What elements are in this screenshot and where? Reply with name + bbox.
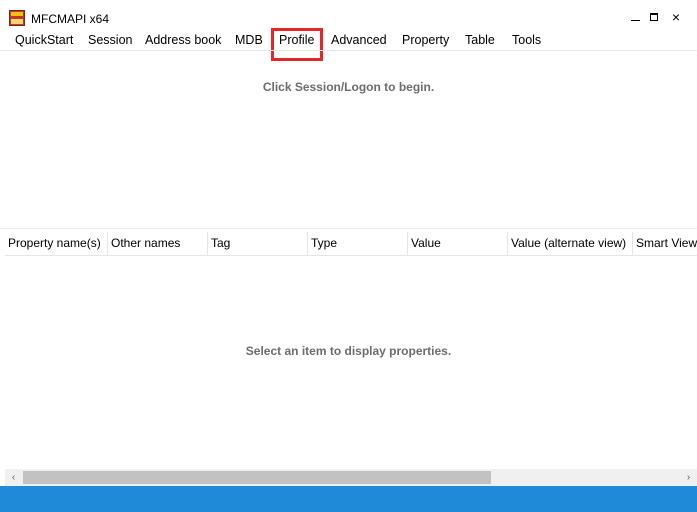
upper-pane	[0, 51, 697, 228]
column-header-tag[interactable]: Tag	[208, 232, 308, 255]
property-list-header: Property name(s) Other names Tag Type Va…	[5, 232, 697, 256]
scroll-right-icon[interactable]: ›	[680, 469, 697, 486]
close-button[interactable]: ×	[665, 9, 687, 25]
menu-item-mdb[interactable]: MDB	[235, 33, 263, 48]
menu-item-quickstart[interactable]: QuickStart	[15, 33, 73, 48]
menu-item-address-book[interactable]: Address book	[145, 33, 221, 48]
column-header-property-names[interactable]: Property name(s)	[5, 232, 108, 255]
maximize-icon	[650, 13, 658, 21]
menu-item-advanced[interactable]: Advanced	[331, 33, 387, 48]
close-icon: ×	[671, 8, 681, 25]
window-title: MFCMAPI x64	[31, 12, 110, 26]
minimize-icon	[630, 19, 640, 21]
column-header-other-names[interactable]: Other names	[108, 232, 208, 255]
horizontal-scrollbar[interactable]: ‹ ›	[5, 469, 697, 486]
menu-item-session[interactable]: Session	[88, 33, 132, 48]
menu-bar: QuickStart Session Address book MDB Prof…	[0, 31, 697, 50]
column-header-value-alternate[interactable]: Value (alternate view)	[508, 232, 633, 255]
app-icon	[9, 10, 25, 26]
pane-splitter[interactable]	[0, 228, 697, 229]
column-header-type[interactable]: Type	[308, 232, 408, 255]
menu-item-tools[interactable]: Tools	[512, 33, 541, 48]
empty-properties-message: Select an item to display properties.	[245, 344, 452, 358]
scroll-thumb[interactable]	[23, 471, 491, 484]
scroll-left-icon[interactable]: ‹	[5, 469, 22, 486]
taskbar	[0, 486, 697, 512]
logon-prompt: Click Session/Logon to begin.	[262, 80, 435, 94]
column-header-value[interactable]: Value	[408, 232, 508, 255]
column-header-smart-view[interactable]: Smart View	[633, 232, 697, 255]
maximize-button[interactable]	[643, 9, 665, 25]
mfcmapi-window: MFCMAPI x64 × QuickStart Session Address…	[0, 0, 697, 512]
menu-item-table[interactable]: Table	[465, 33, 495, 48]
title-bar: MFCMAPI x64 ×	[0, 0, 697, 31]
menu-item-property[interactable]: Property	[402, 33, 449, 48]
